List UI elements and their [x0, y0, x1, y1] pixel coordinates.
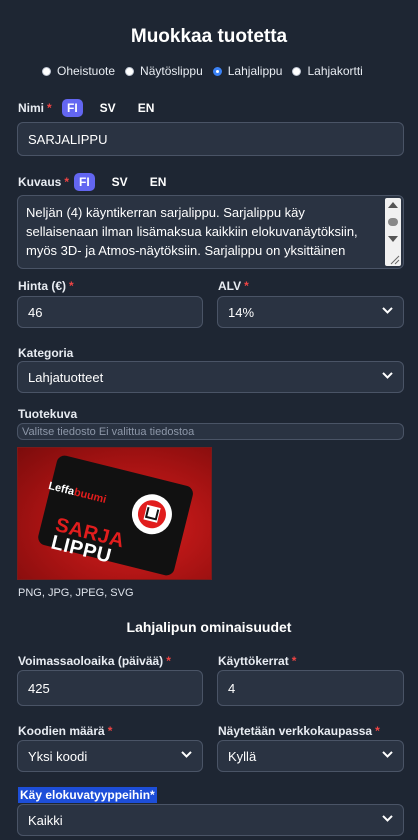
- radio-dot[interactable]: [292, 66, 302, 76]
- page-title: Muokkaa tuotetta: [130, 26, 288, 47]
- chevron-down-icon: [382, 814, 393, 825]
- radio-naytoslippu[interactable]: Näytöslippu: [125, 64, 203, 78]
- price-label: Hinta (€) *: [18, 279, 74, 293]
- lang-en-tab[interactable]: EN: [133, 99, 160, 117]
- movie-types-label: Käy elokuvatyyppeihin*: [18, 787, 157, 803]
- validity-label: Voimassaoloaika (päivää) *: [18, 654, 171, 668]
- category-label: Kategoria: [18, 346, 74, 360]
- code-count-label: Koodien määrä *: [18, 724, 113, 738]
- lang-fi-tab[interactable]: FI: [62, 99, 83, 117]
- description-text: Neljän (4) käyntikerran sarjalippu. Sarj…: [26, 205, 358, 258]
- uses-input[interactable]: 4: [217, 670, 404, 706]
- radio-label: Lahjalippu: [227, 64, 283, 78]
- image-formats: PNG, JPG, JPEG, SVG: [18, 587, 134, 599]
- chevron-down-icon: [382, 371, 393, 382]
- textarea-scrollbar[interactable]: [385, 198, 401, 266]
- radio-dot[interactable]: [125, 66, 135, 76]
- validity-input[interactable]: 425: [17, 670, 203, 706]
- product-type-group: Oheistuote Näytöslippu Lahjalippu Lahjak…: [42, 62, 373, 80]
- uses-label: Käyttökerrat *: [218, 654, 297, 668]
- lang-sv-tab[interactable]: SV: [107, 173, 133, 191]
- name-label: Nimi *: [18, 101, 52, 115]
- name-input[interactable]: SARJALIPPU: [17, 122, 404, 156]
- category-value: Lahjatuotteet: [28, 369, 104, 385]
- price-input[interactable]: 46: [17, 296, 203, 328]
- radio-label: Lahjakortti: [307, 64, 363, 78]
- chevron-down-icon: [181, 750, 192, 761]
- radio-dot[interactable]: [42, 66, 51, 76]
- radio-oheistuote[interactable]: Oheistuote: [42, 64, 115, 78]
- movie-types-value: Kaikki: [28, 812, 63, 828]
- image-label: Tuotekuva: [18, 407, 78, 421]
- vat-select[interactable]: 14%: [217, 296, 404, 328]
- chevron-down-icon: [382, 306, 393, 317]
- lang-sv-tab[interactable]: SV: [95, 99, 121, 117]
- lang-en-tab[interactable]: EN: [145, 173, 172, 191]
- radio-label: Oheistuote: [57, 64, 116, 78]
- code-count-select[interactable]: Yksi koodi: [17, 740, 203, 772]
- movie-types-label-text: Käy elokuvatyyppeihin*: [18, 787, 157, 803]
- radio-label: Näytöslippu: [140, 64, 203, 78]
- name-lang-switch: FI SV EN: [62, 99, 171, 117]
- giftcard-section-title: Lahjalipun ominaisuudet: [126, 619, 292, 635]
- product-image: Leffabuumi SARJA LIPPU: [17, 447, 212, 580]
- vat-label: ALV *: [218, 279, 249, 293]
- radio-lahjalippu[interactable]: Lahjalippu: [212, 64, 283, 78]
- file-input[interactable]: Valitse tiedosto Ei valittua tiedostoa: [17, 423, 404, 440]
- radio-lahjakortti[interactable]: Lahjakortti: [292, 64, 363, 78]
- show-in-shop-value: Kyllä: [228, 748, 257, 764]
- description-lang-switch: FI SV EN: [74, 173, 183, 191]
- movie-types-select[interactable]: Kaikki: [17, 804, 404, 836]
- lang-fi-tab[interactable]: FI: [74, 173, 95, 191]
- chevron-down-icon: [382, 750, 393, 761]
- category-select[interactable]: Lahjatuotteet: [17, 361, 404, 393]
- show-in-shop-label: Näytetään verkkokaupassa *: [218, 724, 380, 738]
- code-count-value: Yksi koodi: [28, 748, 88, 764]
- radio-dot-selected[interactable]: [212, 66, 222, 76]
- vat-value: 14%: [228, 304, 255, 320]
- show-in-shop-select[interactable]: Kyllä: [217, 740, 404, 772]
- description-label: Kuvaus *: [18, 175, 70, 189]
- description-textarea[interactable]: Neljän (4) käyntikerran sarjalippu. Sarj…: [17, 195, 404, 269]
